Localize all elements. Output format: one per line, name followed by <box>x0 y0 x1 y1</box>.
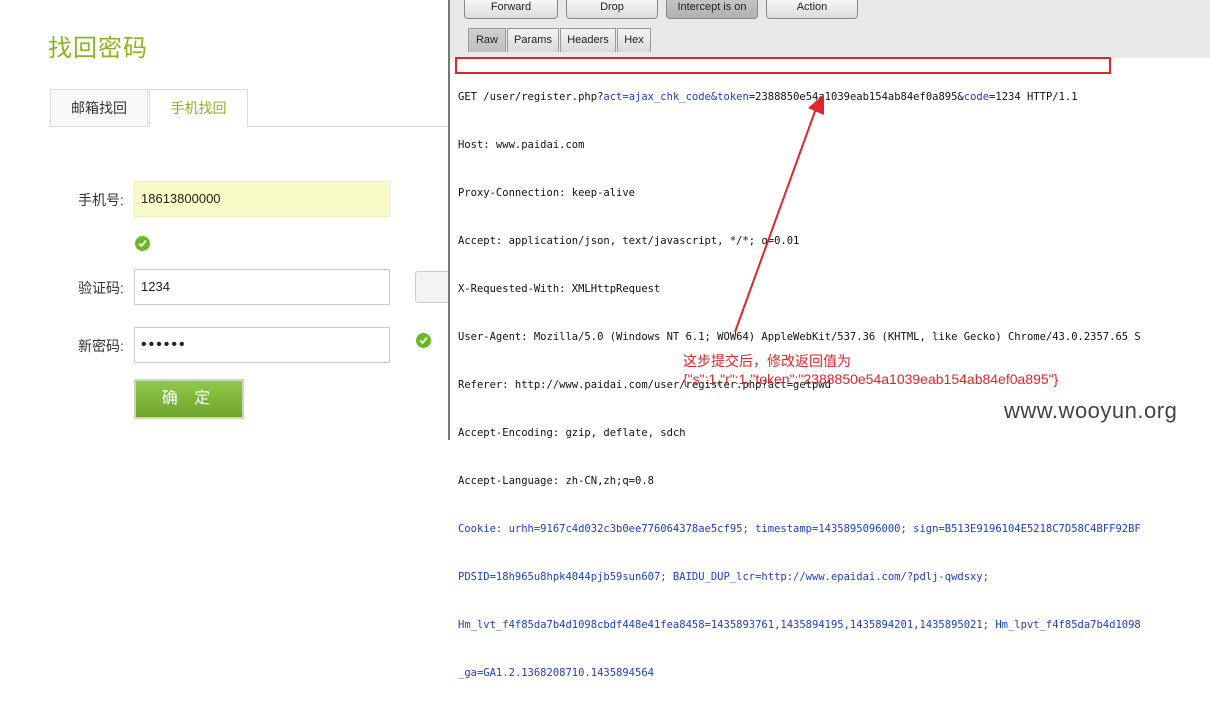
cookie-continued-1: PDSID=18h965u8hpk4044pjb59sun607; BAIDU_… <box>458 571 990 583</box>
header-accept-language: Accept-Language: zh-CN,zh;q=0.8 <box>458 475 654 487</box>
watermark: www.wooyun.org <box>1004 398 1178 423</box>
annotation-line-1: 这步提交后，修改返回值为 <box>683 353 851 369</box>
annotation-note: 这步提交后，修改返回值为 {"s":1,"r":1,"token":"23888… <box>683 352 1058 388</box>
annotation-line-2: {"s":1,"r":1,"token":"2388850e54a1039eab… <box>683 371 1059 387</box>
cookie-continued-2: Hm_lvt_f4f85da7b4d1098cbdf448e41fea8458=… <box>458 619 1141 631</box>
cookie-continued-3: _ga=GA1.2.1368208710.1435894564 <box>458 667 654 679</box>
header-cookie: Cookie: urhh=9167c4d032c3b0ee776064378ae… <box>458 523 1141 535</box>
